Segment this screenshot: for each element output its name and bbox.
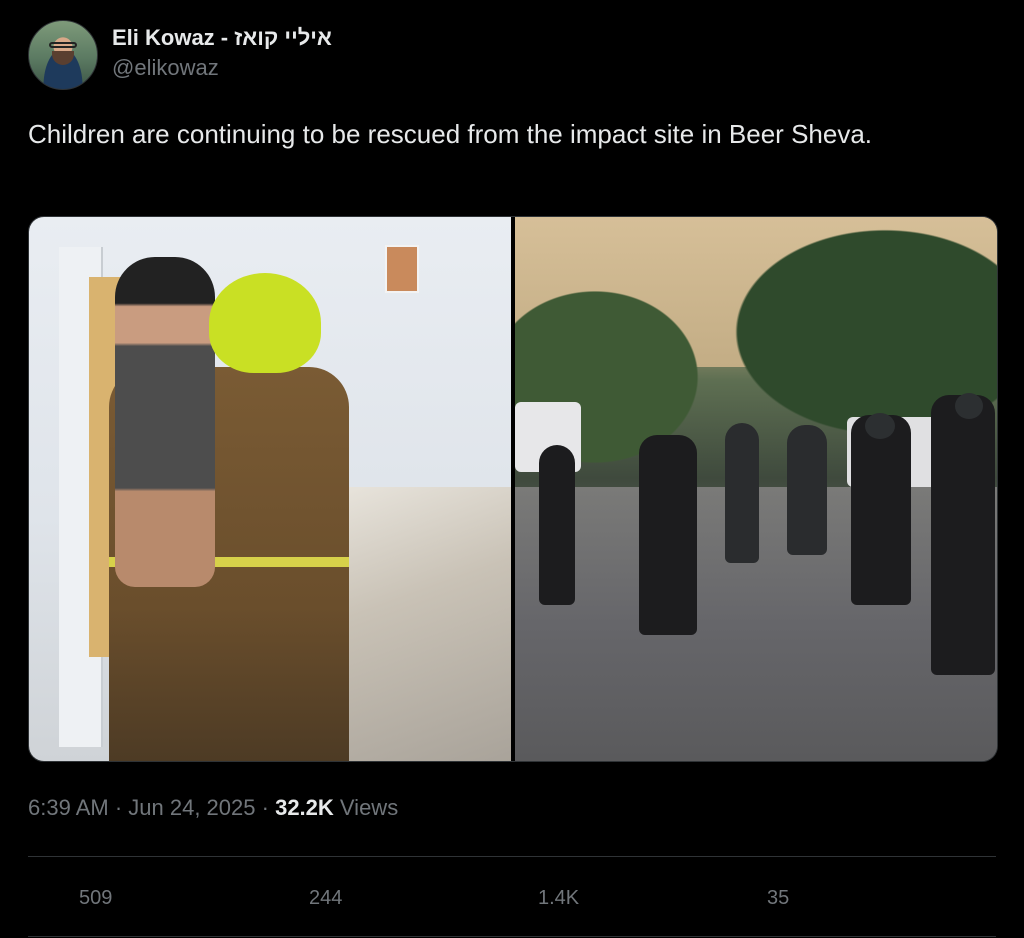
photo-person xyxy=(851,415,911,605)
photo-person xyxy=(539,445,575,605)
photo-helmet xyxy=(955,393,983,419)
photo-firefighter-helmet xyxy=(209,273,321,373)
tweet-actions: 509 244 1.4K 35 xyxy=(28,880,996,916)
tweet-meta: 6:39 AM · Jun 24, 2025 · 32.2K Views xyxy=(28,793,398,823)
media-photo-firefighter[interactable] xyxy=(29,217,511,761)
tweet-time[interactable]: 6:39 AM xyxy=(28,795,109,820)
photo-person xyxy=(931,395,995,675)
views-count[interactable]: 32.2K xyxy=(275,795,334,820)
photo-helmet xyxy=(865,413,895,439)
repost-button[interactable]: 244 xyxy=(309,880,342,916)
media-photo-street[interactable] xyxy=(515,217,997,761)
bookmark-count: 35 xyxy=(767,887,790,909)
meta-separator: · xyxy=(255,795,276,820)
photo-debris xyxy=(339,487,511,761)
avatar-beard xyxy=(52,51,74,65)
author-avatar[interactable] xyxy=(28,20,98,90)
meta-separator: · xyxy=(108,795,129,820)
divider-top xyxy=(28,856,996,857)
photo-person xyxy=(787,425,827,555)
tweet-date[interactable]: Jun 24, 2025 xyxy=(128,795,255,820)
avatar-glasses xyxy=(49,42,77,48)
author-names: Eli Kowaz - איליי קואז @elikowaz xyxy=(112,24,332,82)
reply-button[interactable]: 509 xyxy=(79,880,112,916)
like-count: 1.4K xyxy=(538,887,580,909)
bookmark-button[interactable]: 35 xyxy=(767,880,789,916)
like-button[interactable]: 1.4K xyxy=(538,880,579,916)
photo-person xyxy=(725,423,759,563)
author-display-name[interactable]: Eli Kowaz - איליי קואז xyxy=(112,24,332,52)
reply-count: 509 xyxy=(79,887,113,909)
views-label: Views xyxy=(333,795,399,820)
repost-count: 244 xyxy=(309,887,343,909)
photo-child xyxy=(115,257,215,587)
author-handle[interactable]: @elikowaz xyxy=(112,54,332,82)
tweet-media xyxy=(28,216,998,762)
photo-person xyxy=(639,435,697,635)
photo-wall-picture xyxy=(385,245,419,293)
tweet-text: Children are continuing to be rescued fr… xyxy=(28,119,873,149)
tweet-header: Eli Kowaz - איליי קואז @elikowaz xyxy=(28,20,332,90)
divider-bottom xyxy=(28,936,996,937)
